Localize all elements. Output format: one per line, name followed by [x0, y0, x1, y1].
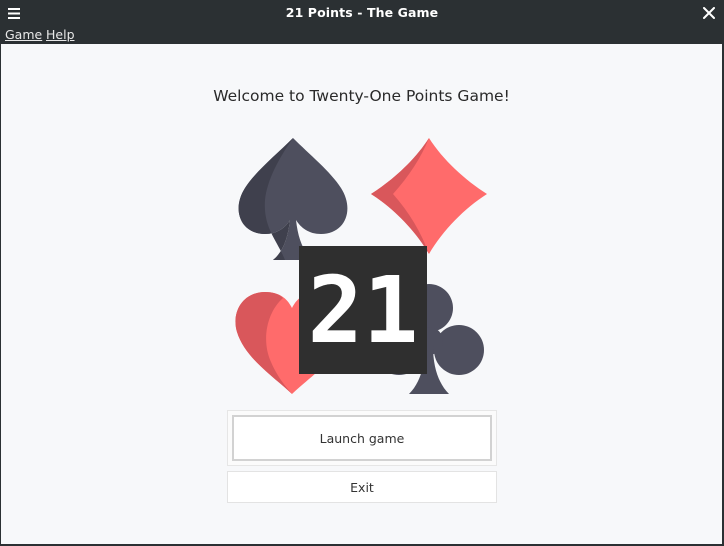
game-logo: 21 [235, 138, 487, 394]
spade-icon [238, 138, 348, 260]
exit-button[interactable]: Exit [227, 471, 497, 503]
launch-game-button[interactable]: Launch game [232, 415, 492, 461]
logo-text: 21 [308, 257, 419, 364]
menu-game[interactable]: Game [5, 27, 42, 42]
menu-bar: Game Help [0, 26, 724, 44]
main-content: Welcome to Twenty-One Points Game! 21 La… [1, 44, 722, 544]
close-icon[interactable] [700, 4, 718, 22]
diamond-icon [371, 138, 487, 254]
welcome-heading: Welcome to Twenty-One Points Game! [213, 87, 510, 105]
title-bar: 21 Points - The Game [0, 0, 724, 26]
menu-help[interactable]: Help [46, 27, 75, 42]
app-window: 21 Points - The Game Game Help Welcome t… [0, 0, 724, 546]
window-title: 21 Points - The Game [285, 5, 439, 20]
